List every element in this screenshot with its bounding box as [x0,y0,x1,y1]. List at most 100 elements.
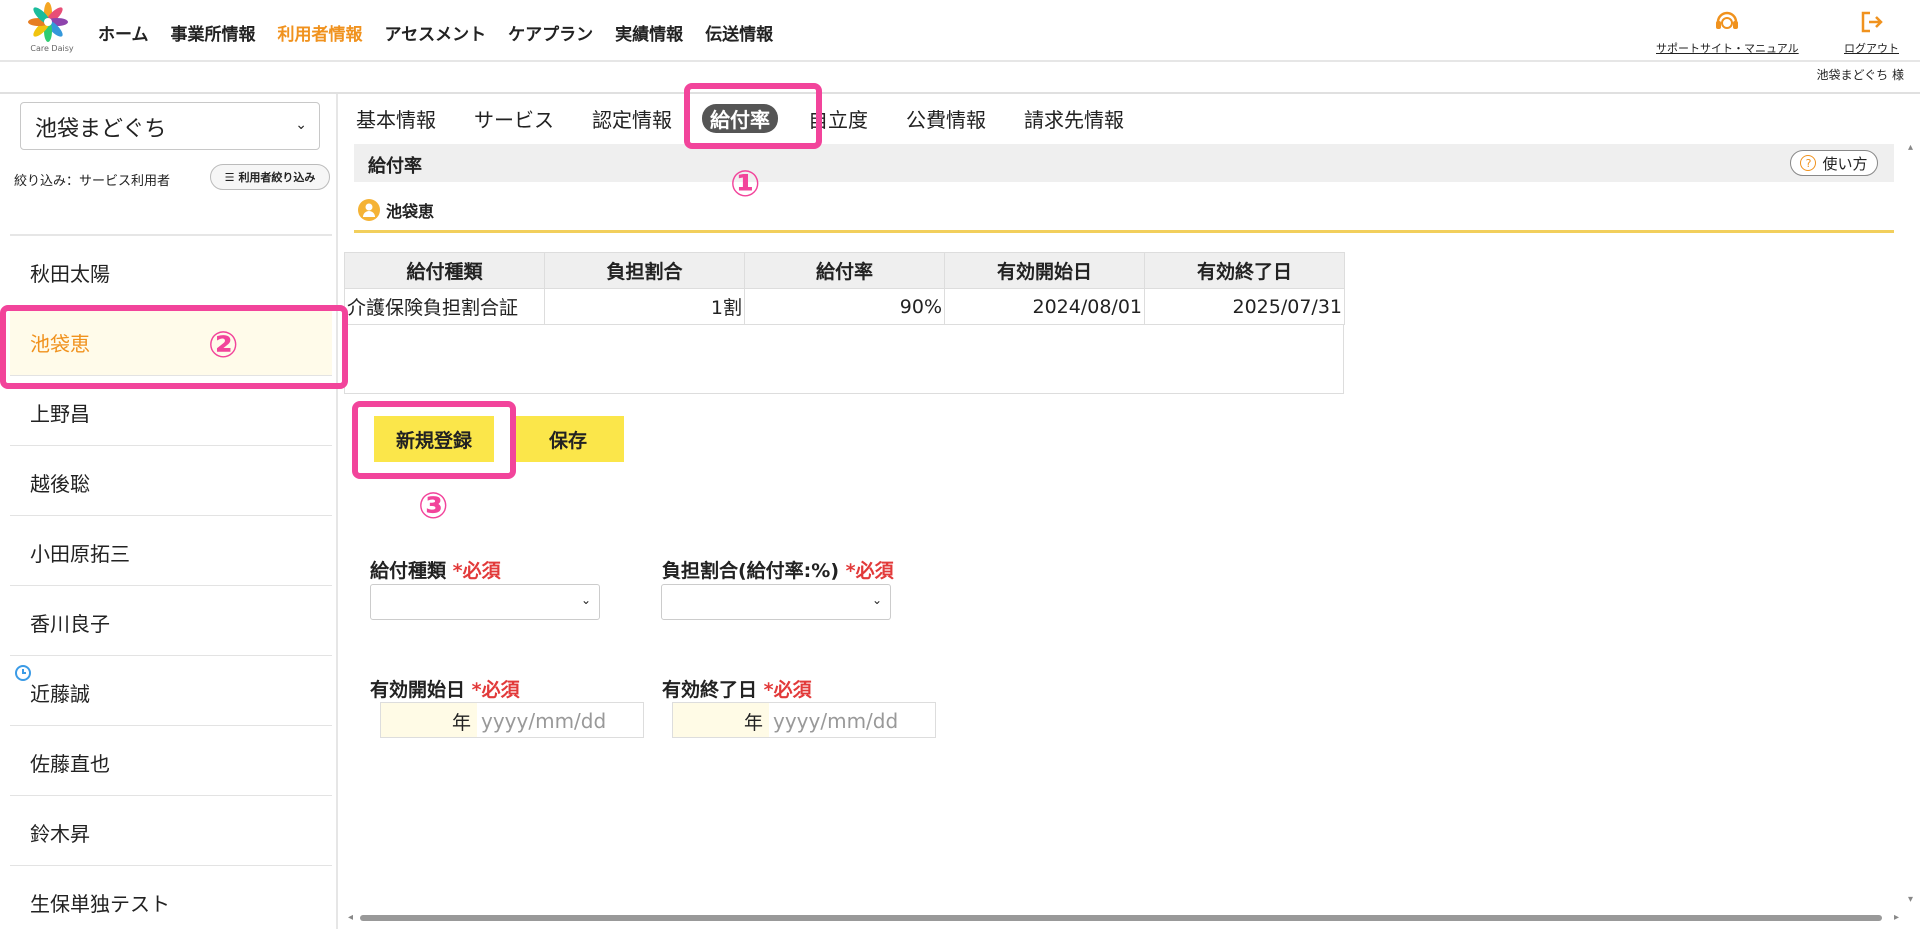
user-filter-label: 利用者絞り込み [238,171,316,184]
filter-icon: ☰ [224,170,235,184]
end-date-label-text: 有効終了日 [662,679,758,701]
benefit-kind-label-text: 給付種類 [370,560,447,582]
tab-billing[interactable]: 請求先情報 [1024,104,1124,133]
end-date-label: 有効終了日 *必須 [662,675,812,702]
tab-public-expense[interactable]: 公費情報 [906,104,986,133]
nav-user-info[interactable]: 利用者情報 [278,20,363,45]
horizontal-scrollbar[interactable]: ◂ ▸ [346,912,1906,923]
col-benefit-rate: 給付率 [744,252,945,289]
tab-certification[interactable]: 認定情報 [592,104,672,133]
burden-ratio-label-text: 負担割合(給付率:%) [662,560,840,582]
required-mark: *必須 [452,560,501,582]
table-row[interactable]: 介護保険負担割合証 1割 90% 2024/08/01 2025/07/31 [344,288,1345,325]
annotation-number-2: ② [208,325,239,366]
logout-link[interactable]: ログアウト [1844,8,1899,56]
current-person: 池袋恵 [358,198,434,222]
logout-label: ログアウト [1844,42,1899,55]
howto-button[interactable]: ? 使い方 [1790,150,1878,176]
user-list-item-label: 近藤誠 [30,682,90,706]
filter-label: 絞り込み：サービス利用者 [14,174,171,189]
annotation-box-1 [684,83,822,149]
col-start-date: 有効開始日 [944,252,1145,289]
app-logo[interactable]: Care Daisy [20,2,76,58]
current-user-label: 池袋まどぐち 様 [1816,68,1904,82]
support-link[interactable]: サポートサイト・マニュアル [1656,8,1799,56]
end-date-input[interactable]: yyyy/mm/dd [773,709,898,733]
start-date-input[interactable]: yyyy/mm/dd [481,709,606,733]
person-icon [358,199,380,221]
cell-start-date: 2024/08/01 [944,288,1145,325]
scrollbar-thumb[interactable] [360,915,1882,921]
cell-benefit-kind: 介護保険負担割合証 [344,288,545,325]
section-header: 給付率 ? 使い方 [354,144,1894,182]
cell-benefit-rate: 90% [744,288,945,325]
tab-service[interactable]: サービス [474,104,554,133]
table-header-row: 給付種類 負担割合 給付率 有効開始日 有効終了日 [344,252,1345,289]
col-burden-ratio: 負担割合 [544,252,745,289]
scroll-down-icon[interactable]: ▾ [1908,894,1913,905]
person-name: 池袋恵 [386,202,435,221]
main-nav: ホーム 事業所情報 利用者情報 アセスメント ケアプラン 実績情報 伝送情報 [98,20,773,45]
headset-icon [1716,11,1739,29]
user-list-item[interactable]: 佐藤直也 [10,726,332,796]
scroll-left-icon[interactable]: ◂ [348,912,353,923]
required-mark: *必須 [763,679,812,701]
cell-end-date: 2025/07/31 [1144,288,1345,325]
user-list-item[interactable]: 生保単独テスト [10,866,332,929]
chevron-down-icon: ⌄ [871,593,882,607]
table-empty-area [344,324,1344,394]
clock-icon [15,665,31,681]
user-list-item[interactable]: 鈴木昇 [10,796,332,866]
question-icon: ? [1800,155,1817,171]
office-select-value: 池袋まどぐち [35,117,167,142]
chevron-down-icon: ⌄ [580,593,591,607]
burden-ratio-select[interactable]: ⌄ [661,584,891,620]
section-underline [354,230,1894,233]
nav-assessment[interactable]: アセスメント [385,20,487,45]
annotation-box-2 [0,305,348,389]
col-benefit-kind: 給付種類 [344,252,545,289]
annotation-box-3 [352,401,516,479]
start-date-era[interactable]: 年 [381,703,477,737]
user-list-item[interactable]: 秋田太陽 [10,236,332,306]
cell-burden-ratio: 1割 [544,288,745,325]
start-date-label: 有効開始日 *必須 [370,675,520,702]
tab-basic-info[interactable]: 基本情報 [356,104,436,133]
col-end-date: 有効終了日 [1144,252,1345,289]
burden-ratio-label: 負担割合(給付率:%) *必須 [662,556,894,583]
user-list-item[interactable]: 香川良子 [10,586,332,656]
nav-results[interactable]: 実績情報 [615,20,683,45]
benefit-rate-table: 給付種類 負担割合 給付率 有効開始日 有効終了日 介護保険負担割合証 1割 9… [344,252,1345,325]
user-list-item[interactable]: 越後聡 [10,446,332,516]
annotation-number-3: ③ [418,486,449,527]
benefit-kind-label: 給付種類 *必須 [370,556,501,583]
user-filter-button[interactable]: ☰ 利用者絞り込み [210,164,330,190]
office-select[interactable]: 池袋まどぐち ⌄ [20,102,320,150]
nav-care-plan[interactable]: ケアプラン [508,20,593,45]
end-date-field[interactable]: 年 yyyy/mm/dd [672,702,936,738]
support-label: サポートサイト・マニュアル [1656,42,1799,55]
logo-text: Care Daisy [30,44,74,53]
scroll-right-icon[interactable]: ▸ [1894,912,1899,923]
start-date-field[interactable]: 年 yyyy/mm/dd [380,702,644,738]
user-list-item[interactable]: 小田原拓三 [10,516,332,586]
benefit-kind-select[interactable]: ⌄ [370,584,600,620]
user-sidebar: 池袋まどぐち ⌄ 絞り込み：サービス利用者 ☰ 利用者絞り込み 秋田太陽 池袋恵… [0,94,338,929]
required-mark: *必須 [845,560,894,582]
annotation-number-1: ① [730,164,761,205]
chevron-down-icon: ⌄ [295,117,307,133]
end-date-era[interactable]: 年 [673,703,769,737]
nav-office-info[interactable]: 事業所情報 [171,20,256,45]
save-button[interactable]: 保存 [512,416,624,462]
scroll-up-icon[interactable]: ▴ [1908,142,1913,153]
start-date-label-text: 有効開始日 [370,679,466,701]
howto-label: 使い方 [1822,154,1868,173]
nav-transmission[interactable]: 伝送情報 [705,20,773,45]
app-header: Care Daisy ホーム 事業所情報 利用者情報 アセスメント ケアプラン … [0,0,1920,62]
nav-home[interactable]: ホーム [98,20,149,45]
user-list-item[interactable]: 近藤誠 [10,656,332,726]
required-mark: *必須 [471,679,520,701]
section-title: 給付率 [368,156,422,177]
flower-icon [28,2,68,42]
logout-icon [1861,11,1883,33]
